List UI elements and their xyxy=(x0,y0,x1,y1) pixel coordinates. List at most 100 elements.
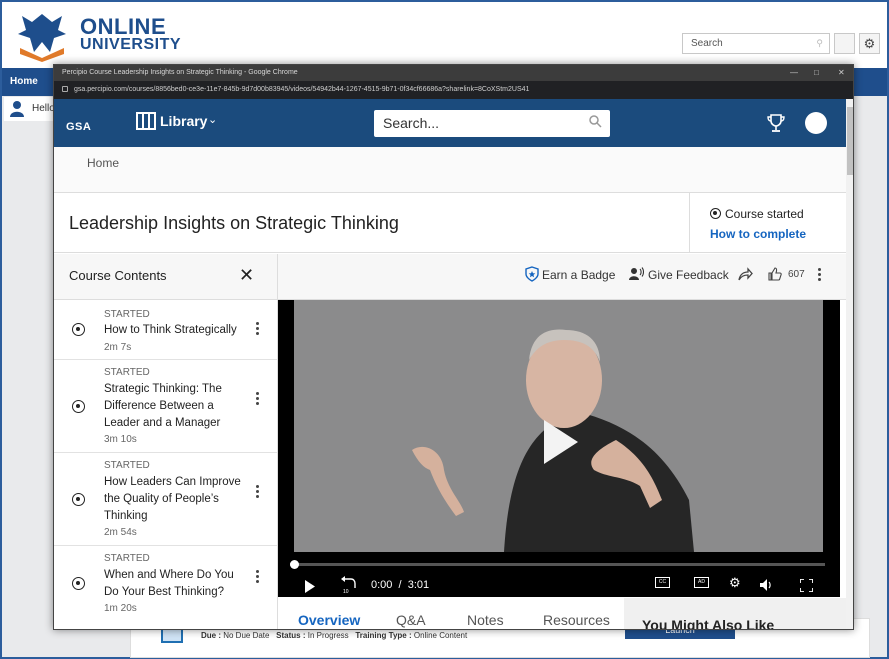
close-window-icon[interactable]: ✕ xyxy=(838,65,845,81)
course-status-text: Course started xyxy=(725,207,804,221)
trophy-icon[interactable] xyxy=(766,113,786,133)
online-university-logo[interactable]: ONLINE UNIVERSITY xyxy=(12,8,181,64)
more-options-icon[interactable] xyxy=(256,570,260,585)
lesson-name[interactable]: How to Think Strategically xyxy=(104,322,249,339)
gear-icon[interactable]: ⚙ xyxy=(859,33,880,54)
course-contents-heading: Course Contents xyxy=(69,268,167,283)
list-item[interactable]: STARTED When and Where Do You Do Your Be… xyxy=(54,546,277,629)
tab-qa[interactable]: Q&A xyxy=(396,612,426,628)
percipio-header: GSA Library ⌄ Search... xyxy=(54,99,846,147)
tab-notes[interactable]: Notes xyxy=(467,612,504,628)
lesson-duration: 2m 54s xyxy=(104,527,137,538)
lesson-status: STARTED xyxy=(104,309,150,320)
started-icon xyxy=(710,208,721,219)
due-label: Due : xyxy=(201,631,221,640)
search-icon xyxy=(589,115,602,128)
org-logo[interactable]: GSA xyxy=(66,121,91,133)
lesson-name[interactable]: Strategic Thinking: The Difference Betwe… xyxy=(104,381,249,432)
list-item[interactable]: STARTED How Leaders Can Improve the Qual… xyxy=(54,453,277,546)
video-progress-bar[interactable] xyxy=(290,560,825,569)
give-feedback-button[interactable]: Give Feedback xyxy=(648,268,729,282)
eagle-icon xyxy=(18,14,66,62)
lock-icon xyxy=(62,86,68,93)
logo-line1: ONLINE xyxy=(80,14,167,39)
more-options-icon[interactable] xyxy=(256,322,260,337)
video-toolbar: Earn a Badge Give Feedback 607 xyxy=(278,254,846,300)
current-time: 0:00 xyxy=(371,579,393,591)
type-value: Online Content xyxy=(413,631,468,640)
close-icon[interactable]: ✕ xyxy=(239,265,254,286)
window-titlebar: Percipio Course Leadership Insights on S… xyxy=(54,65,853,81)
list-item[interactable]: STARTED Strategic Thinking: The Differen… xyxy=(54,360,277,453)
minimize-icon[interactable]: — xyxy=(790,65,798,81)
library-icon xyxy=(136,112,156,130)
started-icon xyxy=(72,323,85,336)
type-label: Training Type : xyxy=(355,631,412,640)
badge-icon xyxy=(525,266,539,282)
lesson-duration: 2m 7s xyxy=(104,342,132,353)
volume-icon[interactable] xyxy=(760,579,774,591)
tab-resources[interactable]: Resources xyxy=(543,612,610,628)
course-contents-header: Course Contents ✕ xyxy=(54,254,278,300)
course-status: Course started xyxy=(710,207,804,221)
card-meta: Due : No Due Date Status : In Progress T… xyxy=(201,631,467,640)
search-icon: ⚲ xyxy=(816,38,823,48)
time-separator: / xyxy=(398,579,402,591)
started-icon xyxy=(72,493,85,506)
hello-text: Hello xyxy=(32,103,55,114)
share-icon[interactable] xyxy=(737,266,753,282)
chevron-down-icon: ⌄ xyxy=(208,114,218,126)
duration: 3:01 xyxy=(407,579,430,591)
list-item[interactable]: STARTED How to Think Strategically 2m 7s xyxy=(54,300,277,360)
portal-avatar[interactable] xyxy=(834,33,855,54)
more-options-icon[interactable] xyxy=(256,485,260,500)
status-label: Status : xyxy=(276,631,306,640)
play-icon[interactable] xyxy=(304,580,316,593)
status-value: In Progress xyxy=(307,631,349,640)
more-options-icon[interactable] xyxy=(256,392,260,407)
tab-overview[interactable]: Overview xyxy=(298,612,360,629)
logo-line2: UNIVERSITY xyxy=(80,36,182,53)
address-bar[interactable]: gsa.percipio.com/courses/8856bed0-ce3e-1… xyxy=(54,81,853,99)
play-overlay-icon[interactable] xyxy=(544,420,578,464)
due-value: No Due Date xyxy=(223,631,270,640)
person-icon xyxy=(10,101,24,117)
lesson-status: STARTED xyxy=(104,553,150,564)
percipio-search-input[interactable]: Search... xyxy=(374,110,610,137)
user-avatar[interactable] xyxy=(805,112,827,134)
likes-count: 607 xyxy=(788,269,805,280)
rewind-10-icon[interactable]: 10 xyxy=(340,576,356,594)
lesson-list: STARTED How to Think Strategically 2m 7s… xyxy=(54,300,278,629)
breadcrumb-home[interactable]: Home xyxy=(87,156,119,170)
audio-description-icon[interactable]: AD xyxy=(694,577,709,588)
search-placeholder: Search... xyxy=(383,115,440,131)
lesson-name[interactable]: When and Where Do You Do Your Best Think… xyxy=(104,567,249,601)
maximize-icon[interactable]: □ xyxy=(814,65,819,81)
video-player[interactable]: 10 0:00 / 3:01 CC AD ⚙ xyxy=(278,300,840,597)
lesson-status: STARTED xyxy=(104,460,150,471)
chrome-popup-window: Percipio Course Leadership Insights on S… xyxy=(53,64,854,630)
portal-search-input[interactable]: Search ⚲ xyxy=(682,33,830,54)
scrollbar-thumb[interactable] xyxy=(847,107,853,175)
lesson-name[interactable]: How Leaders Can Improve the Quality of P… xyxy=(104,474,249,525)
how-to-complete-link[interactable]: How to complete xyxy=(710,227,806,241)
url-text: gsa.percipio.com/courses/8856bed0-ce3e-1… xyxy=(74,86,530,93)
course-status-panel: Course started How to complete xyxy=(689,193,846,253)
feedback-icon xyxy=(629,267,644,280)
you-might-also-like-heading: You Might Also Like xyxy=(642,617,775,630)
you-might-also-like-panel: You Might Also Like xyxy=(624,598,846,630)
breadcrumb: Home xyxy=(54,147,846,193)
thumbs-up-icon[interactable] xyxy=(767,266,783,282)
lesson-duration: 1m 20s xyxy=(104,603,137,614)
earn-badge-button[interactable]: Earn a Badge xyxy=(542,268,615,282)
course-title: Leadership Insights on Strategic Thinkin… xyxy=(69,213,399,233)
library-menu[interactable]: Library xyxy=(160,113,207,129)
captions-icon[interactable]: CC xyxy=(655,577,670,588)
fullscreen-icon[interactable] xyxy=(800,579,813,592)
lesson-status: STARTED xyxy=(104,367,150,378)
progress-knob[interactable] xyxy=(290,560,299,569)
nav-home[interactable]: Home xyxy=(10,76,38,87)
settings-gear-icon[interactable]: ⚙ xyxy=(729,575,741,591)
page-scrollbar[interactable] xyxy=(846,99,853,629)
more-options-icon[interactable] xyxy=(818,268,822,283)
